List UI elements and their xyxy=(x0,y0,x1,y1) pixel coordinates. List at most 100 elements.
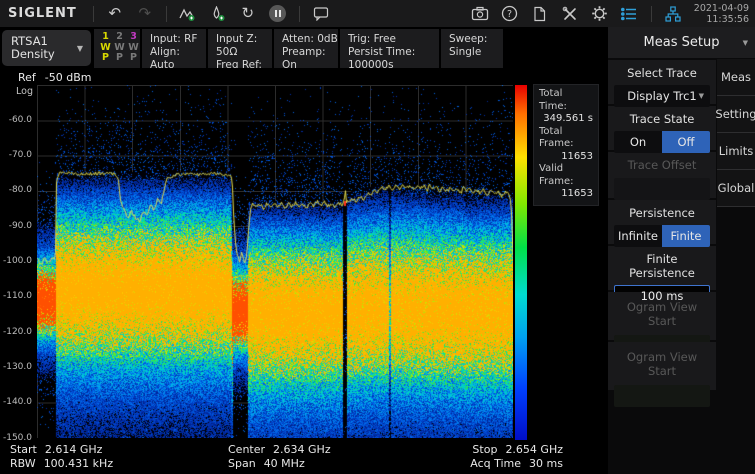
top-toolbar: SIGLENT ↶ ↷ ↻ ? xyxy=(0,0,755,27)
tab-setting[interactable]: Setting xyxy=(717,96,755,133)
trace-state-toggle: On Off xyxy=(614,131,710,153)
y-tick-label: -80.0 xyxy=(9,185,32,195)
toolbar-right-group: ? 2021-04-09 11:35:56 xyxy=(465,3,755,25)
y-tick-label: -100.0 xyxy=(3,256,32,266)
span-readout: Span40 MHz xyxy=(228,457,331,471)
status-input-z: Input Z: 50ΩFreq Ref: Int xyxy=(208,29,272,68)
help-icon[interactable]: ? xyxy=(498,3,522,25)
analyzer-screen: SIGLENT ↶ ↷ ↻ ? xyxy=(0,0,755,474)
undo-icon[interactable]: ↶ xyxy=(103,3,127,25)
annotation-icon[interactable] xyxy=(309,3,333,25)
ogram-start-section-1: Ogram View Start xyxy=(608,292,716,340)
ogram-start-section-2: Ogram View Start xyxy=(608,342,716,390)
trace-3-indicator[interactable]: 3WP xyxy=(128,32,139,68)
chevron-down-icon: ▼ xyxy=(743,39,748,47)
trace-add-icon[interactable] xyxy=(176,3,200,25)
trace-offset-field xyxy=(614,178,710,200)
center-readout: Center2.634 GHz xyxy=(228,443,331,457)
ogram-view-start-field-2 xyxy=(614,385,710,407)
siglent-logo: SIGLENT xyxy=(8,6,77,21)
status-sweep: Sweep: Single xyxy=(441,29,503,68)
tab-meas[interactable]: Meas xyxy=(717,59,755,96)
freq-center-group: Center2.634 GHzSpan40 MHz xyxy=(228,443,331,471)
time-label: 11:35:56 xyxy=(694,14,749,25)
spectrum-display: Ref-50 dBm Log -60.0-70.0-80.0-90.0-100.… xyxy=(0,68,608,440)
y-tick-label: -60.0 xyxy=(9,115,32,125)
svg-text:?: ? xyxy=(507,9,512,20)
persistence-label: Persistence xyxy=(614,206,710,225)
restart-icon[interactable]: ↻ xyxy=(236,3,260,25)
trace-state-label: Trace State xyxy=(614,112,710,131)
trace-state-on-button[interactable]: On xyxy=(614,131,662,153)
toolbar-divider xyxy=(93,6,94,22)
trace-2-indicator[interactable]: 2WP xyxy=(114,32,125,68)
status-row: RTSA1 Density ▼ 1WP 2WP 3WP Input: RFAli… xyxy=(0,27,608,68)
status-trigger: Trig: FreePersist Time: 100000s xyxy=(340,29,439,68)
ogram-view-start-label-2: Ogram View Start xyxy=(614,348,710,385)
menu-tabs: Meas Setting Limits Global xyxy=(717,59,755,207)
trace-offset-label: Trace Offset xyxy=(614,158,710,178)
status-atten: Atten: 0dBPreamp: On xyxy=(274,29,338,68)
density-colorbar xyxy=(515,85,527,446)
file-icon[interactable] xyxy=(528,3,552,25)
info-value: 349.561 s xyxy=(539,113,593,126)
trace-offset-section: Trace Offset xyxy=(608,152,716,198)
screenshot-icon[interactable] xyxy=(468,3,492,25)
y-tick-label: -120.0 xyxy=(3,327,32,337)
trace-indicators[interactable]: 1WP 2WP 3WP xyxy=(94,29,140,68)
freq-start-group: Start2.614 GHzRBW100.431 kHz xyxy=(10,443,113,471)
mode-dropdown[interactable]: RTSA1 Density ▼ xyxy=(2,30,91,66)
menu-buttons: Select Trace Display Trc1 ▼ Trace State … xyxy=(608,60,716,392)
y-tick-label: -90.0 xyxy=(9,221,32,231)
marker-add-icon[interactable] xyxy=(206,3,230,25)
trace-state-section: Trace State On Off xyxy=(608,106,716,150)
y-tick-label: -70.0 xyxy=(9,150,32,160)
toolbar-divider xyxy=(166,6,167,22)
rbw-readout: RBW100.431 kHz xyxy=(10,457,113,471)
tab-global[interactable]: Global xyxy=(717,170,755,207)
ref-value: -50 dBm xyxy=(45,71,92,84)
info-value: 11653 xyxy=(539,151,593,164)
status-input: Input: RFAlign: Auto xyxy=(142,29,206,68)
y-tick-label: -130.0 xyxy=(3,362,32,372)
settings-gear-icon[interactable] xyxy=(588,3,612,25)
y-axis-ticks: -60.0 -70.0 -80.0 -90.0 -100.0 -110.0 -120.0 -1… xyxy=(0,68,34,440)
tools-icon[interactable] xyxy=(558,3,582,25)
trace-1-indicator[interactable]: 1WP xyxy=(100,32,111,68)
chevron-down-icon: ▼ xyxy=(699,92,704,100)
freq-stop-group: Stop2.654 GHzAcq Time30 ms xyxy=(470,443,563,471)
menu-list-icon[interactable] xyxy=(618,3,642,25)
density-plot xyxy=(37,85,513,438)
redo-icon: ↷ xyxy=(133,3,157,25)
toolbar-divider xyxy=(299,6,300,22)
persistence-finite-button[interactable]: Finite xyxy=(662,225,710,247)
finite-persistence-label: Finite Persistence xyxy=(614,252,710,285)
y-tick-label: -110.0 xyxy=(3,291,32,301)
info-label: Valid Frame: xyxy=(539,163,593,188)
persistence-toggle: Infinite Finite xyxy=(614,225,710,247)
stop-readout: Stop2.654 GHz xyxy=(470,443,563,457)
menu-title: Meas Setup xyxy=(644,35,720,50)
pause-icon[interactable] xyxy=(266,3,290,25)
network-icon[interactable] xyxy=(661,3,685,25)
select-trace-section: Select Trace Display Trc1 ▼ xyxy=(608,60,716,104)
info-label: Total Frame: xyxy=(539,126,593,151)
finite-persistence-section: Finite Persistence 100 ms xyxy=(608,246,716,290)
ogram-view-start-label-1: Ogram View Start xyxy=(614,298,710,335)
info-label: Total Time: xyxy=(539,88,593,113)
tab-limits[interactable]: Limits xyxy=(717,133,755,170)
persistence-infinite-button[interactable]: Infinite xyxy=(614,225,662,247)
plot-area xyxy=(37,85,513,438)
start-readout: Start2.614 GHz xyxy=(10,443,113,457)
mode-line2: Density xyxy=(11,48,55,61)
persistence-section: Persistence Infinite Finite xyxy=(608,200,716,244)
info-value: 11653 xyxy=(539,188,593,201)
menu-header[interactable]: Meas Setup ▼ xyxy=(608,27,755,58)
select-trace-dropdown[interactable]: Display Trc1 ▼ xyxy=(614,85,710,107)
trace-state-off-button[interactable]: Off xyxy=(662,131,710,153)
chevron-down-icon: ▼ xyxy=(77,44,83,53)
datetime: 2021-04-09 11:35:56 xyxy=(694,3,749,25)
y-tick-label: -140.0 xyxy=(3,397,32,407)
select-trace-label: Select Trace xyxy=(614,66,710,85)
bottom-bar: Start2.614 GHzRBW100.431 kHz Center2.634… xyxy=(0,440,608,474)
